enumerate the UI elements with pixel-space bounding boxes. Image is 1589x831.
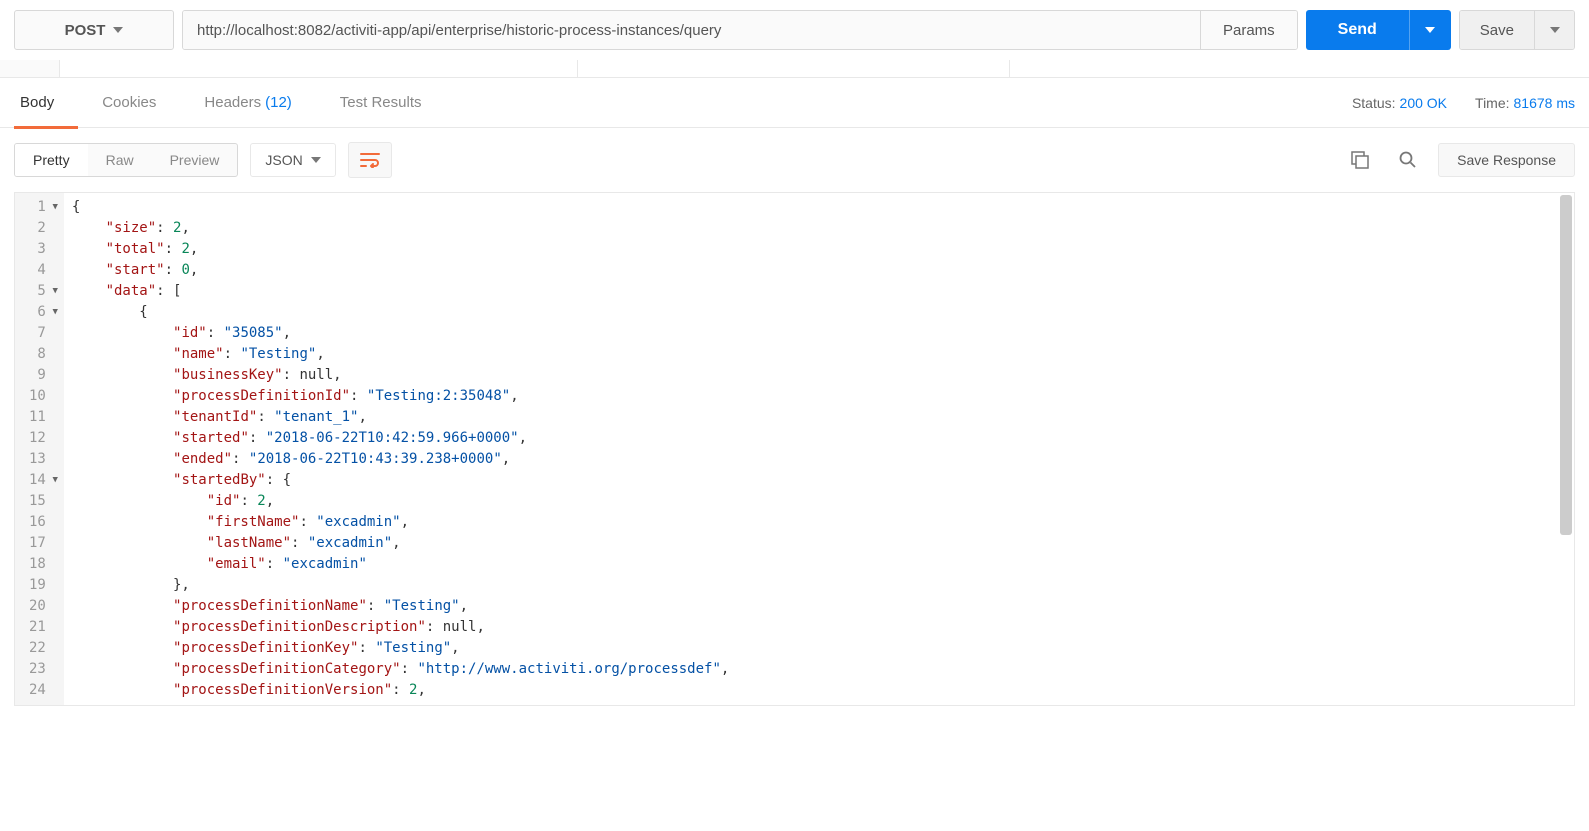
line-number: 14▼ xyxy=(15,470,64,491)
line-number: 6▼ xyxy=(15,302,64,323)
wrap-icon xyxy=(360,152,380,168)
line-number: 10 xyxy=(15,386,64,407)
line-number: 4 xyxy=(15,260,64,281)
code-line: "processDefinitionVersion": 2, xyxy=(72,680,1566,701)
line-number: 19 xyxy=(15,575,64,596)
tab-headers[interactable]: Headers (12) xyxy=(180,78,315,128)
chevron-down-icon xyxy=(113,27,123,33)
search-button[interactable] xyxy=(1390,142,1426,178)
fold-icon[interactable]: ▼ xyxy=(50,281,58,302)
code-line: "businessKey": null, xyxy=(72,365,1566,386)
copy-icon xyxy=(1351,151,1369,169)
save-button[interactable]: Save xyxy=(1460,11,1534,49)
line-number: 5▼ xyxy=(15,281,64,302)
chevron-down-icon xyxy=(311,157,321,163)
line-number: 2 xyxy=(15,218,64,239)
view-mode-group: Pretty Raw Preview xyxy=(14,143,238,177)
save-response-button[interactable]: Save Response xyxy=(1438,143,1575,177)
fold-icon[interactable]: ▼ xyxy=(50,470,58,491)
syntax-select[interactable]: JSON xyxy=(250,143,335,177)
line-number: 13 xyxy=(15,449,64,470)
chevron-down-icon xyxy=(1425,27,1435,33)
copy-button[interactable] xyxy=(1342,142,1378,178)
code-line: "startedBy": { xyxy=(72,470,1566,491)
code-line: "processDefinitionKey": "Testing", xyxy=(72,638,1566,659)
send-button[interactable]: Send xyxy=(1306,10,1409,50)
params-button[interactable]: Params xyxy=(1200,11,1297,49)
code-line: "processDefinitionName": "Testing", xyxy=(72,596,1566,617)
tab-cookies[interactable]: Cookies xyxy=(78,78,180,128)
code-line: "id": 2, xyxy=(72,491,1566,512)
send-dropdown[interactable] xyxy=(1409,10,1451,50)
method-select[interactable]: POST xyxy=(14,10,174,50)
url-input[interactable] xyxy=(183,11,1200,49)
line-number: 18 xyxy=(15,554,64,575)
line-number: 23 xyxy=(15,659,64,680)
line-number: 12 xyxy=(15,428,64,449)
fold-icon[interactable]: ▼ xyxy=(50,302,58,323)
code-line: "processDefinitionId": "Testing:2:35048"… xyxy=(72,386,1566,407)
line-number: 16 xyxy=(15,512,64,533)
request-tabs-strip xyxy=(0,60,1589,78)
line-number: 17 xyxy=(15,533,64,554)
line-number: 21 xyxy=(15,617,64,638)
code-line: "email": "excadmin" xyxy=(72,554,1566,575)
save-group: Save xyxy=(1459,10,1575,50)
mode-raw[interactable]: Raw xyxy=(88,144,152,176)
scrollbar[interactable] xyxy=(1560,195,1572,535)
response-tabs: Body Cookies Headers (12) Test Results S… xyxy=(0,78,1589,128)
line-number: 9 xyxy=(15,365,64,386)
view-bar: Pretty Raw Preview JSON Save Respo xyxy=(0,128,1589,192)
header-count: (12) xyxy=(265,94,292,111)
code-content[interactable]: { "size": 2, "total": 2, "start": 0, "da… xyxy=(64,193,1574,705)
syntax-value: JSON xyxy=(265,152,302,168)
fold-icon[interactable]: ▼ xyxy=(50,197,58,218)
code-line: "processDefinitionCategory": "http://www… xyxy=(72,659,1566,680)
time-badge: Time:81678 ms xyxy=(1475,95,1575,111)
status-badge: Status:200 OK xyxy=(1352,95,1447,111)
status-value: 200 OK xyxy=(1400,95,1447,111)
code-line: "size": 2, xyxy=(72,218,1566,239)
tab-body[interactable]: Body xyxy=(14,78,78,128)
line-number: 20 xyxy=(15,596,64,617)
line-number: 8 xyxy=(15,344,64,365)
code-line: "name": "Testing", xyxy=(72,344,1566,365)
search-icon xyxy=(1399,151,1417,169)
code-line: "total": 2, xyxy=(72,239,1566,260)
line-number: 3 xyxy=(15,239,64,260)
save-dropdown[interactable] xyxy=(1534,11,1574,49)
code-line: "ended": "2018-06-22T10:43:39.238+0000", xyxy=(72,449,1566,470)
line-number: 7 xyxy=(15,323,64,344)
mode-pretty[interactable]: Pretty xyxy=(15,144,88,176)
url-group: Params xyxy=(182,10,1298,50)
chevron-down-icon xyxy=(1550,27,1560,33)
code-line: "tenantId": "tenant_1", xyxy=(72,407,1566,428)
code-line: "start": 0, xyxy=(72,260,1566,281)
line-number: 22 xyxy=(15,638,64,659)
line-gutter: 1▼2345▼6▼7891011121314▼15161718192021222… xyxy=(15,193,64,705)
response-body: 1▼2345▼6▼7891011121314▼15161718192021222… xyxy=(14,192,1575,706)
line-number: 15 xyxy=(15,491,64,512)
code-line: { xyxy=(72,302,1566,323)
code-line: }, xyxy=(72,575,1566,596)
send-group: Send xyxy=(1306,10,1451,50)
code-line: "processDefinitionDescription": null, xyxy=(72,617,1566,638)
code-line: "lastName": "excadmin", xyxy=(72,533,1566,554)
code-line: "started": "2018-06-22T10:42:59.966+0000… xyxy=(72,428,1566,449)
mode-preview[interactable]: Preview xyxy=(152,144,238,176)
code-line: "firstName": "excadmin", xyxy=(72,512,1566,533)
request-bar: POST Params Send Save xyxy=(0,0,1589,60)
line-number: 1▼ xyxy=(15,197,64,218)
tab-test-results[interactable]: Test Results xyxy=(316,78,446,128)
code-line: "data": [ xyxy=(72,281,1566,302)
wrap-toggle[interactable] xyxy=(348,142,392,178)
method-value: POST xyxy=(65,22,106,39)
line-number: 24 xyxy=(15,680,64,701)
code-line: "id": "35085", xyxy=(72,323,1566,344)
time-value: 81678 ms xyxy=(1514,95,1575,111)
code-line: { xyxy=(72,197,1566,218)
line-number: 11 xyxy=(15,407,64,428)
